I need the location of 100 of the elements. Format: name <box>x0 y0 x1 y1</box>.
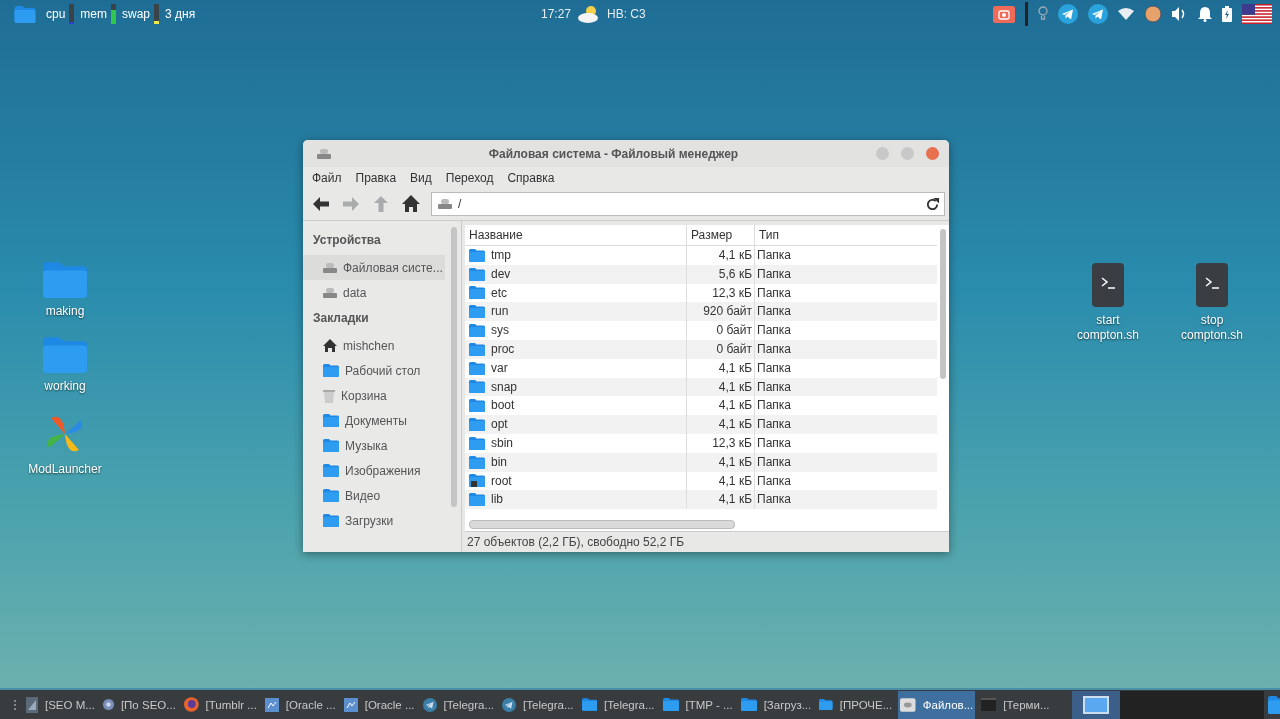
table-cell: 0 байт <box>687 321 755 340</box>
folder-icon <box>469 305 485 319</box>
table-cell[interactable]: snap <box>465 377 687 397</box>
drive-icon <box>323 262 337 273</box>
terminal-script-icon <box>1092 263 1124 307</box>
table-cell[interactable]: sys <box>465 321 687 340</box>
taskbar-button[interactable]: [Oracle ... <box>341 690 417 719</box>
table-cell: 0 байт <box>687 340 755 359</box>
reload-icon[interactable] <box>925 196 940 212</box>
meter-label: mem <box>80 7 108 21</box>
taskbar-button[interactable]: [ПРОЧЕ... <box>817 690 895 719</box>
folder-icon <box>323 364 339 377</box>
sidebar-item[interactable]: Документы <box>303 408 445 433</box>
table-cell-text: Папка <box>756 359 792 377</box>
sidebar-item[interactable]: Загрузки <box>303 508 445 533</box>
telegram-icon[interactable] <box>1088 4 1108 24</box>
menu-item[interactable]: Правка <box>355 171 397 185</box>
sidebar-item[interactable]: Музыка <box>303 433 445 458</box>
folder-icon <box>469 493 485 507</box>
table-cell-text: Папка <box>756 284 792 302</box>
folder-icon <box>43 262 87 298</box>
folder-icon <box>469 248 485 262</box>
battery-icon[interactable] <box>1222 6 1232 22</box>
sidebar-item[interactable]: mishchen <box>303 333 445 358</box>
folder-icon <box>469 455 485 469</box>
taskbar-button[interactable]: [Telegra... <box>420 690 497 719</box>
meter <box>111 4 117 24</box>
sidebar-item[interactable]: Видео <box>303 483 445 508</box>
table-cell: 4,1 кБ <box>687 490 755 510</box>
table-cell[interactable]: bin <box>465 452 687 472</box>
desktop-icon-label[interactable]: making <box>45 304 85 319</box>
table-cell[interactable]: sbin <box>465 433 687 453</box>
folder-icon <box>740 698 757 711</box>
terminal-icon <box>981 698 997 711</box>
taskbar-button[interactable]: Файлов... <box>898 690 976 719</box>
taskbar-button[interactable]: [Telegra... <box>500 690 576 719</box>
folder-icon <box>469 436 485 450</box>
table-cell-text: Папка <box>756 322 792 340</box>
menu-item[interactable]: Справка <box>507 171 555 185</box>
table-cell-text: Папка <box>756 247 792 264</box>
column-header[interactable]: Название <box>465 225 687 245</box>
desktop-icon-label[interactable]: start compton.sh <box>1068 313 1148 343</box>
taskbar-button[interactable]: [Tumblr ... <box>181 690 259 719</box>
taskbar-button[interactable]: [Загруз... <box>738 690 814 719</box>
taskbar-button[interactable]: [По SEO... <box>100 690 178 719</box>
table-cell[interactable]: dev <box>465 264 687 284</box>
table-cell[interactable]: lib <box>465 490 687 510</box>
globe-icon <box>102 697 114 712</box>
wifi-icon[interactable] <box>1118 8 1134 20</box>
telegram-icon[interactable] <box>1058 4 1078 24</box>
menu-item[interactable]: Вид <box>410 171 432 185</box>
clock[interactable]: 17:27 <box>541 7 572 21</box>
camera-icon[interactable] <box>993 5 1015 23</box>
folder-icon <box>323 439 339 452</box>
taskbar-button[interactable]: [Telegra... <box>579 690 657 719</box>
table-cell[interactable]: tmp <box>465 246 687 265</box>
table-cell: 4,1 кБ <box>687 246 755 265</box>
desktop-icon-label[interactable]: stop compton.sh <box>1172 313 1252 343</box>
taskbar-button[interactable]: [Терми... <box>979 690 1052 719</box>
menu-item[interactable]: Переход <box>445 171 494 185</box>
drive-icon <box>900 697 916 712</box>
taskbar-button[interactable]: [SEO M... <box>24 690 97 719</box>
sidebar-item[interactable]: Рабочий стол <box>303 358 445 383</box>
table-cell: 4,1 кБ <box>687 452 755 472</box>
horizontal-scrollbar[interactable] <box>469 520 735 529</box>
table-cell[interactable]: run <box>465 302 687 322</box>
sidebar-heading: Устройства <box>312 232 382 249</box>
table-cell-text: Папка <box>756 265 792 283</box>
location-field[interactable]: / <box>431 192 945 216</box>
avatar-icon[interactable] <box>1144 5 1162 23</box>
sidebar-item[interactable]: Корзина <box>303 383 445 408</box>
status-text: 27 объектов (2,2 ГБ), свободно 52,2 ГБ <box>467 535 685 549</box>
folder-icon <box>323 414 339 427</box>
menu-item[interactable]: Файл <box>312 171 342 185</box>
column-header[interactable]: Тип <box>755 225 937 245</box>
table-cell[interactable]: opt <box>465 415 687 434</box>
sidebar-item[interactable]: data <box>303 280 445 305</box>
taskbar-button[interactable]: [Oracle ... <box>262 690 338 719</box>
lock-emblem-icon <box>471 481 477 488</box>
flag-icon[interactable] <box>1242 4 1272 24</box>
table-cell[interactable]: var <box>465 358 687 378</box>
sidebar-item[interactable]: Файловая систе... <box>303 255 445 280</box>
folder-icon <box>323 464 339 477</box>
folder-icon <box>662 698 679 711</box>
table-cell-text: Папка <box>756 416 792 434</box>
telegram-icon <box>502 697 517 712</box>
table-cell[interactable]: proc <box>465 340 687 359</box>
folder-icon <box>469 342 485 356</box>
folder-icon <box>43 337 87 373</box>
workspace-button[interactable] <box>1071 690 1120 719</box>
column-header[interactable]: Размер <box>687 225 755 245</box>
sidebar-item[interactable]: Изображения <box>303 458 445 483</box>
globe-icon <box>183 697 199 712</box>
table-cell-text: Папка <box>756 397 792 415</box>
taskbar-button[interactable]: [TMP - ... <box>660 690 735 719</box>
folder-icon <box>323 514 339 527</box>
folder-icon <box>469 380 485 394</box>
folder-icon <box>14 5 36 23</box>
folder-icon <box>469 267 485 281</box>
bell-icon[interactable] <box>1198 6 1212 22</box>
